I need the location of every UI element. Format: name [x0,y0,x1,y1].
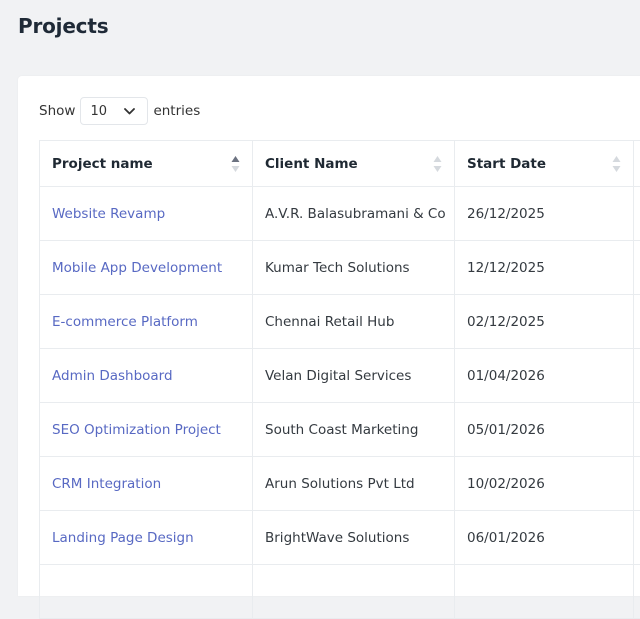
project-name-link[interactable]: Website Revamp [40,187,253,241]
entries-select-value: 10 [90,104,107,119]
overflow-cell [634,295,640,349]
project-name-link[interactable]: Landing Page Design [40,511,253,565]
client-name-cell: South Coast Marketing [253,403,455,457]
overflow-cell [634,511,640,565]
chevron-down-icon [124,108,135,115]
project-name-link[interactable]: Admin Dashboard [40,349,253,403]
sort-arrows-icon [433,155,442,173]
table-row: Admin Dashboard Velan Digital Services 0… [40,349,640,403]
show-label: Show [39,103,75,119]
client-name-cell [253,565,455,619]
project-name-link[interactable]: SEO Optimization Project [40,403,253,457]
client-name-cell: A.V.R. Balasubramani & Co [253,187,455,241]
column-header-label: Start Date [467,156,546,172]
start-date-cell: 06/01/2026 [455,511,634,565]
overflow-cell [634,349,640,403]
column-header-label: Client Name [265,156,358,172]
project-name-link[interactable] [40,565,253,619]
overflow-cell [634,565,640,619]
projects-table: Project name Client Name Start Date [39,140,640,619]
table-row: Landing Page Design BrightWave Solutions… [40,511,640,565]
entries-length-control: Show 10 entries [39,97,200,125]
sort-arrows-icon [612,155,621,173]
page-title: Projects [18,14,108,38]
start-date-cell: 26/12/2025 [455,187,634,241]
table-row: E-commerce Platform Chennai Retail Hub 0… [40,295,640,349]
project-name-link[interactable]: E-commerce Platform [40,295,253,349]
overflow-cell [634,403,640,457]
project-name-link[interactable]: Mobile App Development [40,241,253,295]
start-date-cell: 10/02/2026 [455,457,634,511]
client-name-cell: Chennai Retail Hub [253,295,455,349]
column-header-start-date[interactable]: Start Date [455,141,634,187]
table-header-row: Project name Client Name Start Date [40,141,640,187]
start-date-cell: 05/01/2026 [455,403,634,457]
start-date-cell [455,565,634,619]
client-name-cell: Arun Solutions Pvt Ltd [253,457,455,511]
overflow-cell [634,187,640,241]
table-row: Mobile App Development Kumar Tech Soluti… [40,241,640,295]
table-row: Website Revamp A.V.R. Balasubramani & Co… [40,187,640,241]
projects-table-wrapper: Project name Client Name Start Date [39,140,640,619]
overflow-cell [634,457,640,511]
column-header-client-name[interactable]: Client Name [253,141,455,187]
client-name-cell: Kumar Tech Solutions [253,241,455,295]
client-name-cell: Velan Digital Services [253,349,455,403]
start-date-cell: 02/12/2025 [455,295,634,349]
overflow-cell [634,241,640,295]
start-date-cell: 01/04/2026 [455,349,634,403]
column-header-project-name[interactable]: Project name [40,141,253,187]
entries-label: entries [153,103,200,119]
table-row [40,565,640,619]
table-row: CRM Integration Arun Solutions Pvt Ltd 1… [40,457,640,511]
client-name-cell: BrightWave Solutions [253,511,455,565]
start-date-cell: 12/12/2025 [455,241,634,295]
projects-card: Show 10 entries Project name [18,76,640,596]
entries-select[interactable]: 10 [80,97,148,125]
column-header-label: Project name [52,156,153,172]
sort-ascending-icon [231,155,240,173]
table-row: SEO Optimization Project South Coast Mar… [40,403,640,457]
column-header-more[interactable] [634,141,640,187]
project-name-link[interactable]: CRM Integration [40,457,253,511]
